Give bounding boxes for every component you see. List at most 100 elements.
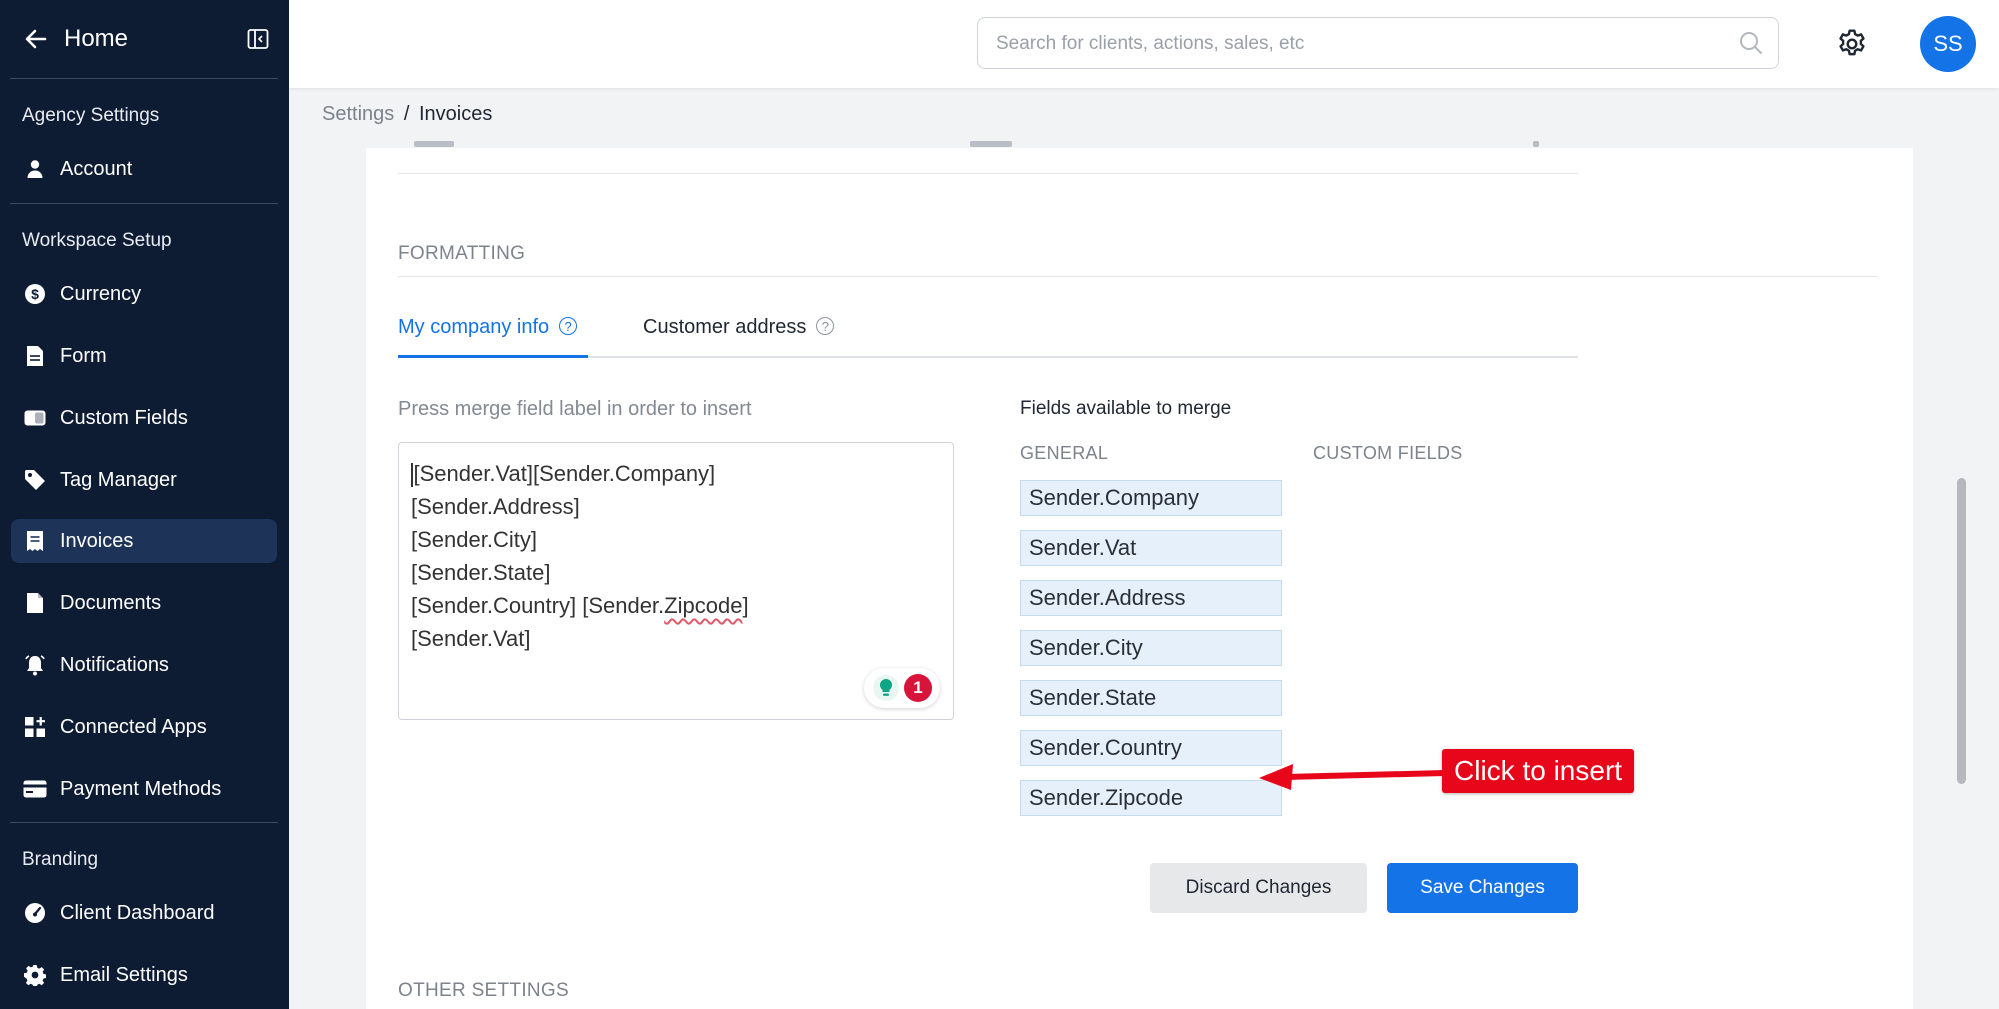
sidebar-item-label: Account — [60, 157, 133, 180]
sidebar-item-label: Email Settings — [60, 963, 188, 986]
sidebar-item-label: Client Dashboard — [60, 901, 215, 924]
apps-icon — [22, 714, 48, 740]
bulb-icon — [872, 674, 900, 702]
editor-line-text: [Sender.Country] [Sender. — [411, 593, 665, 618]
fields-available-title: Fields available to merge — [1020, 398, 1232, 419]
sidebar-item-label: Connected Apps — [60, 715, 207, 738]
sidebar-item-label: Custom Fields — [60, 406, 188, 429]
scrollbar-thumb[interactable] — [1957, 478, 1966, 784]
arrow-left-icon — [22, 25, 50, 53]
sidebar-divider — [10, 822, 278, 823]
formatting-tabs: My company info ? Customer address ? — [398, 312, 1578, 358]
sidebar-item-label: Notifications — [60, 653, 169, 676]
breadcrumb-settings-link[interactable]: Settings — [322, 103, 394, 125]
sidebar-item-email-settings[interactable]: Email Settings — [11, 953, 277, 997]
grammarly-widget[interactable]: 1 — [864, 668, 940, 708]
sidebar-item-custom-fields[interactable]: Custom Fields — [11, 396, 277, 440]
card-icon — [22, 776, 48, 802]
tag-icon — [22, 467, 48, 493]
merge-field-sender-state[interactable]: Sender.State — [1020, 680, 1282, 716]
cut-off-row-fragment — [414, 141, 454, 147]
grammar-issue-count: 1 — [904, 674, 932, 702]
editor-line: [Sender.Address] — [411, 494, 580, 519]
breadcrumb: Settings / Invoices — [322, 103, 492, 126]
misspelled-word[interactable]: Zipcode — [664, 593, 742, 618]
cut-off-row-fragment — [970, 141, 1012, 147]
editor-line: [Sender.Vat] — [411, 626, 531, 651]
gauge-icon — [22, 900, 48, 926]
sidebar-item-label: Payment Methods — [60, 777, 222, 800]
settings-gear-icon[interactable] — [1836, 28, 1868, 60]
row-divider — [398, 173, 1578, 174]
section-agency-settings: Agency Settings — [22, 105, 160, 126]
merge-field-sender-country[interactable]: Sender.Country — [1020, 730, 1282, 766]
tab-label: Customer address — [643, 316, 807, 338]
topbar: SS — [289, 0, 1999, 88]
tab-customer-address[interactable]: Customer address ? — [643, 316, 853, 356]
breadcrumb-current: Invoices — [418, 103, 493, 125]
search-box — [977, 17, 1779, 69]
save-changes-button[interactable]: Save Changes — [1387, 863, 1578, 913]
search-input[interactable] — [994, 28, 1718, 60]
text-caret — [411, 463, 413, 488]
home-label: Home — [64, 25, 129, 52]
sidebar-item-label: Currency — [60, 282, 142, 305]
general-column-header: GENERAL — [1020, 443, 1109, 463]
discard-changes-button[interactable]: Discard Changes — [1150, 863, 1367, 913]
editor-line-text: [Sender.Vat][Sender.Company] — [413, 461, 716, 486]
sidebar-divider — [10, 203, 278, 204]
dollar-icon: $ — [22, 281, 48, 307]
sidebar-item-currency[interactable]: $ Currency — [11, 272, 277, 316]
file-icon — [22, 590, 48, 616]
breadcrumb-separator: / — [403, 103, 410, 125]
sidebar-item-invoices[interactable]: Invoices — [11, 519, 277, 563]
avatar[interactable]: SS — [1920, 16, 1976, 72]
receipt-icon — [22, 528, 48, 554]
merge-hint-text: Press merge field label in order to inse… — [398, 398, 752, 420]
sidebar-item-label: Form — [60, 344, 107, 367]
document-icon — [22, 343, 48, 369]
home-link[interactable]: Home — [22, 22, 128, 56]
sidebar-item-label: Tag Manager — [60, 468, 177, 491]
editor-line: [Sender.Country] [Sender.Zipcode] — [411, 589, 941, 622]
sidebar-item-account[interactable]: Account — [11, 147, 277, 191]
custom-fields-column-header: CUSTOM FIELDS — [1313, 443, 1463, 463]
cut-off-row-fragment — [1533, 141, 1539, 147]
merge-field-sender-zipcode[interactable]: Sender.Zipcode — [1020, 780, 1282, 816]
tab-label: My company info — [398, 316, 550, 338]
sidebar-item-notifications[interactable]: Notifications — [11, 643, 277, 687]
editor-line-text: ] — [742, 593, 749, 618]
sidebar-item-payment-methods[interactable]: Payment Methods — [11, 767, 277, 811]
search-icon[interactable] — [1738, 30, 1764, 56]
annotation-callout: Click to insert — [1442, 749, 1635, 793]
annotation-arrow — [1259, 764, 1447, 790]
help-icon[interactable]: ? — [559, 317, 578, 335]
gear-icon — [22, 962, 48, 988]
merge-field-sender-vat[interactable]: Sender.Vat — [1020, 530, 1282, 566]
editor-line: [Sender.City] — [411, 527, 537, 552]
section-divider — [398, 276, 1878, 277]
bell-icon — [22, 652, 48, 678]
merge-field-sender-city[interactable]: Sender.City — [1020, 630, 1282, 666]
section-branding: Branding — [22, 849, 99, 870]
sidebar-item-client-dashboard[interactable]: Client Dashboard — [11, 891, 277, 935]
merge-field-sender-address[interactable]: Sender.Address — [1020, 580, 1282, 616]
editor-line: [Sender.State] — [411, 560, 551, 585]
help-icon[interactable]: ? — [816, 317, 835, 335]
sidebar-item-connected-apps[interactable]: Connected Apps — [11, 705, 277, 749]
sidebar-item-form[interactable]: Form — [11, 334, 277, 378]
sidebar-item-documents[interactable]: Documents — [11, 581, 277, 625]
sidebar-item-tag-manager[interactable]: Tag Manager — [11, 458, 277, 502]
svg-text:$: $ — [31, 286, 39, 302]
sidebar-divider — [10, 78, 278, 79]
merge-field-sender-company[interactable]: Sender.Company — [1020, 480, 1282, 516]
editor-line: [Sender.Vat][Sender.Company] — [411, 457, 941, 490]
formatting-section-title: FORMATTING — [398, 243, 526, 264]
section-workspace-setup: Workspace Setup — [22, 230, 172, 251]
sidebar-item-label: Documents — [60, 591, 162, 614]
user-icon — [22, 156, 48, 182]
tab-my-company-info[interactable]: My company info ? — [398, 316, 588, 358]
other-settings-section-title: OTHER SETTINGS — [398, 980, 569, 1001]
toggle-icon — [22, 405, 48, 431]
sidebar-collapse-icon[interactable] — [246, 27, 270, 51]
